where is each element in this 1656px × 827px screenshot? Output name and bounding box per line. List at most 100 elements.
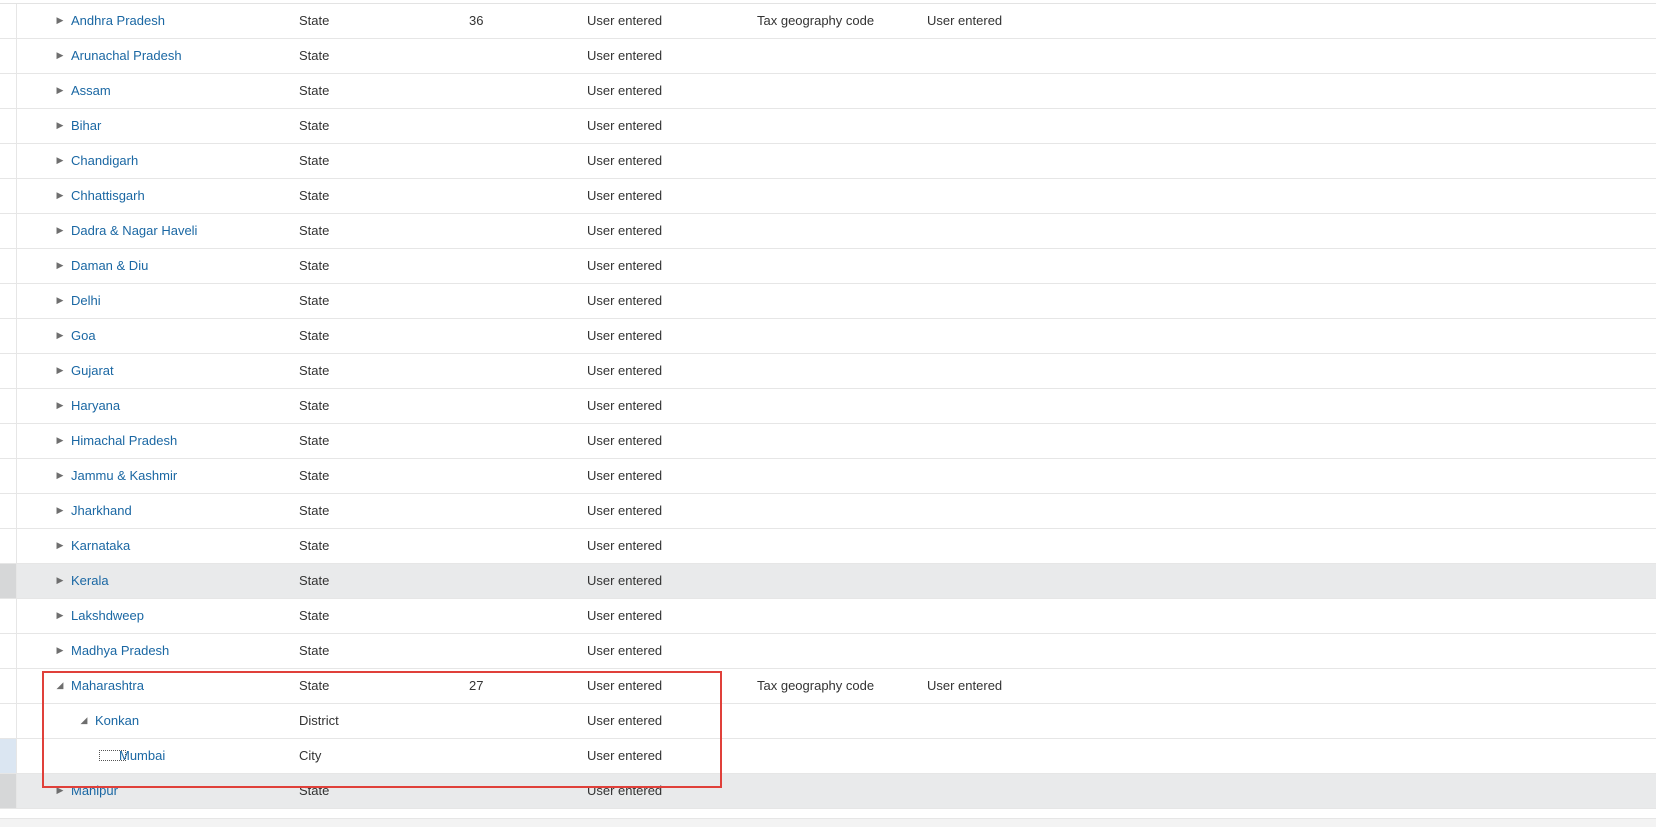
expand-toggle-closed-icon[interactable]	[54, 249, 66, 282]
node-name-link[interactable]: Lakshdweep	[71, 599, 144, 632]
node-name-link[interactable]: Kerala	[71, 564, 109, 597]
table-row[interactable]: Arunachal Pradesh State User entered	[0, 39, 1656, 74]
expand-toggle-closed-icon[interactable]	[54, 424, 66, 457]
node-name-link[interactable]: Dadra & Nagar Haveli	[71, 214, 197, 247]
table-row[interactable]: Jharkhand State User entered	[0, 494, 1656, 529]
expand-toggle-closed-icon[interactable]	[54, 284, 66, 317]
table-row[interactable]: Karnataka State User entered	[0, 529, 1656, 564]
code-source-cell	[927, 739, 1077, 773]
table-row[interactable]: Lakshdweep State User entered	[0, 599, 1656, 634]
node-name-link[interactable]: Maharashtra	[71, 669, 144, 702]
table-row[interactable]: Haryana State User entered	[0, 389, 1656, 424]
expand-toggle-closed-icon[interactable]	[54, 774, 66, 807]
node-name-link[interactable]: Gujarat	[71, 354, 114, 387]
node-name-link[interactable]: Manipur	[71, 774, 118, 807]
code-type-cell	[757, 179, 917, 213]
name-cell: Lakshdweep	[0, 599, 270, 633]
node-name-link[interactable]: Arunachal Pradesh	[71, 39, 182, 72]
horizontal-scrollbar[interactable]	[0, 818, 1656, 827]
expand-toggle-closed-icon[interactable]	[54, 564, 66, 597]
expand-toggle-closed-icon[interactable]	[54, 634, 66, 667]
code-cell	[469, 494, 549, 528]
code-cell	[469, 424, 549, 458]
name-cell: Andhra Pradesh	[0, 4, 270, 38]
expand-toggle-open-icon[interactable]	[78, 704, 90, 737]
expand-toggle-closed-icon[interactable]	[54, 529, 66, 562]
source-cell: User entered	[587, 118, 663, 133]
table-row[interactable]: Andhra Pradesh State 36 User entered Tax geo…	[0, 4, 1656, 39]
source-cell: User entered	[587, 363, 663, 378]
code-type-cell	[757, 389, 917, 423]
table-row[interactable]: Dadra & Nagar Haveli State User entered	[0, 214, 1656, 249]
source-cell: User entered	[587, 503, 663, 518]
code-type-cell	[757, 774, 917, 808]
expand-toggle-closed-icon[interactable]	[54, 214, 66, 247]
node-name-link[interactable]: Daman & Diu	[71, 249, 148, 282]
code-type-cell	[757, 354, 917, 388]
source-cell: User entered	[587, 538, 663, 553]
node-name-link[interactable]: Karnataka	[71, 529, 130, 562]
name-cell: Jharkhand	[0, 494, 270, 528]
source-cell: User entered	[587, 188, 663, 203]
expand-toggle-closed-icon[interactable]	[54, 109, 66, 142]
code-source-cell	[927, 424, 1077, 458]
expand-toggle-closed-icon[interactable]	[54, 74, 66, 107]
code-cell	[469, 459, 549, 493]
table-row[interactable]: Mumbai City User entered	[0, 739, 1656, 774]
node-name-link[interactable]: Jammu & Kashmir	[71, 459, 177, 492]
code-source-cell	[927, 284, 1077, 318]
node-name-link[interactable]: Konkan	[95, 704, 139, 737]
expand-toggle-closed-icon[interactable]	[54, 144, 66, 177]
node-name-link[interactable]: Assam	[71, 74, 111, 107]
table-row[interactable]: Konkan District User entered	[0, 704, 1656, 739]
expand-toggle-closed-icon[interactable]	[54, 459, 66, 492]
node-name-link[interactable]: Goa	[71, 319, 96, 352]
node-name-link[interactable]: Haryana	[71, 389, 120, 422]
expand-toggle-closed-icon[interactable]	[54, 39, 66, 72]
table-row[interactable]: Delhi State User entered	[0, 284, 1656, 319]
node-name-link[interactable]: Jharkhand	[71, 494, 132, 527]
expand-toggle-closed-icon[interactable]	[54, 4, 66, 37]
node-name-link[interactable]: Chhattisgarh	[71, 179, 145, 212]
code-source-cell	[927, 74, 1077, 108]
node-name-link[interactable]: Himachal Pradesh	[71, 424, 177, 457]
table-row[interactable]: Assam State User entered	[0, 74, 1656, 109]
expand-toggle-closed-icon[interactable]	[54, 354, 66, 387]
node-name-link[interactable]: Andhra Pradesh	[71, 4, 165, 37]
name-cell: Gujarat	[0, 354, 270, 388]
table-row[interactable]: Daman & Diu State User entered	[0, 249, 1656, 284]
node-name-link[interactable]: Madhya Pradesh	[71, 634, 169, 667]
node-name-link[interactable]: Bihar	[71, 109, 101, 142]
table-row[interactable]: Jammu & Kashmir State User entered	[0, 459, 1656, 494]
source-cell: User entered	[587, 153, 663, 168]
table-row[interactable]: Bihar State User entered	[0, 109, 1656, 144]
code-cell	[469, 599, 549, 633]
table-row[interactable]: Chandigarh State User entered	[0, 144, 1656, 179]
expand-toggle-open-icon[interactable]	[54, 669, 66, 702]
geography-type-cell: State	[299, 503, 330, 518]
table-row[interactable]: Gujarat State User entered	[0, 354, 1656, 389]
table-row[interactable]: Kerala State User entered	[0, 564, 1656, 599]
geography-type-cell: State	[299, 328, 330, 343]
code-cell	[469, 214, 549, 248]
expand-toggle-closed-icon[interactable]	[54, 179, 66, 212]
expand-toggle-closed-icon[interactable]	[54, 319, 66, 352]
node-name-link[interactable]: Mumbai	[119, 739, 165, 772]
node-name-link[interactable]: Delhi	[71, 284, 101, 317]
table-row[interactable]: Maharashtra State 27 User entered Tax geogra…	[0, 669, 1656, 704]
table-row[interactable]: Chhattisgarh State User entered	[0, 179, 1656, 214]
expand-toggle-closed-icon[interactable]	[54, 599, 66, 632]
geography-type-cell: City	[299, 748, 322, 763]
code-cell	[469, 774, 549, 808]
table-row[interactable]: Goa State User entered	[0, 319, 1656, 354]
expand-toggle-closed-icon[interactable]	[54, 494, 66, 527]
table-row[interactable]: Himachal Pradesh State User entered	[0, 424, 1656, 459]
name-cell: Karnataka	[0, 529, 270, 563]
table-row[interactable]: Madhya Pradesh State User entered	[0, 634, 1656, 669]
node-name-link[interactable]: Chandigarh	[71, 144, 138, 177]
name-cell: Chandigarh	[0, 144, 270, 178]
source-cell: User entered	[587, 468, 663, 483]
code-type-cell	[757, 284, 917, 318]
table-row[interactable]: Manipur State User entered	[0, 774, 1656, 809]
expand-toggle-closed-icon[interactable]	[54, 389, 66, 422]
